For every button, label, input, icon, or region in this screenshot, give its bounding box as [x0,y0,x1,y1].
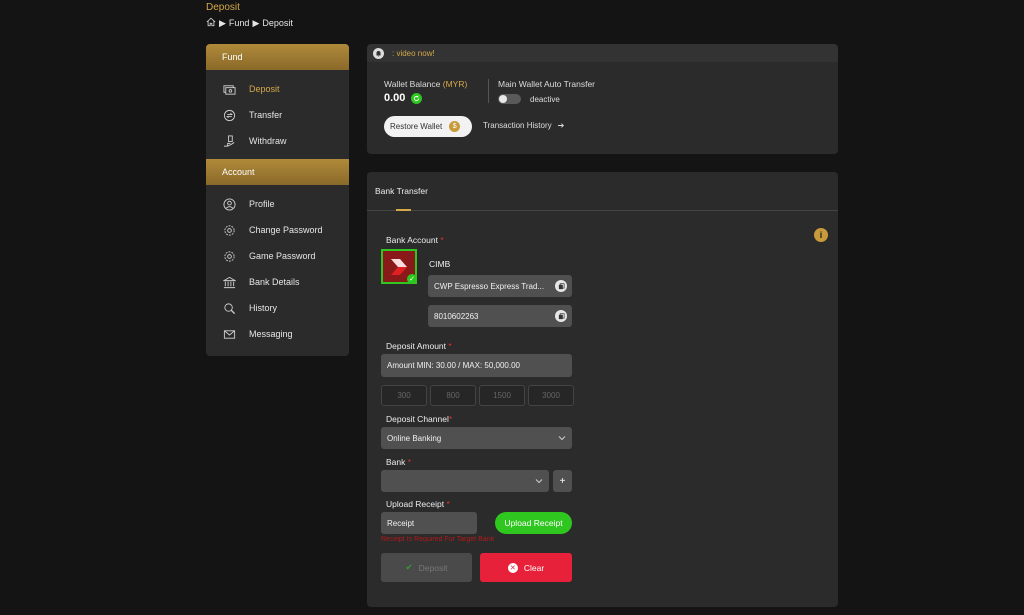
breadcrumb: ▶ Fund ▶ Deposit [206,17,293,29]
quick-amount-800[interactable]: 800 [430,385,476,406]
wallet-balance-label: Wallet Balance (MYR) [384,79,468,89]
coin-icon: $ [449,121,461,132]
breadcrumb-separator-icon: ▶ [252,17,260,28]
auto-transfer-label: Main Wallet Auto Transfer [498,79,596,89]
account-name-value: CWP Espresso Express Trad... [434,281,545,291]
bank-name: CIMB [429,259,451,269]
tab-divider [367,210,838,211]
breadcrumb-fund[interactable]: Fund [229,18,250,28]
upload-receipt-button[interactable]: Upload Receipt [495,512,572,534]
search-icon [222,301,236,315]
receipt-error: Receipt Is Required For Target Bank [381,536,495,543]
sidebar-item-game-password[interactable]: Game Password [206,243,349,269]
quick-amount-3000[interactable]: 3000 [528,385,574,406]
transfer-icon [222,108,236,122]
sidebar-item-label: Messaging [249,329,293,339]
sidebar-item-history[interactable]: History [206,295,349,321]
transaction-history-link[interactable]: Transaction History ➔ [483,121,564,130]
sidebar-item-label: Change Password [249,225,323,235]
notice-text: : video now! [392,48,435,58]
close-icon: ✕ [507,562,518,573]
receipt-field[interactable]: Receipt [381,512,477,534]
sidebar-item-deposit[interactable]: Deposit [206,76,349,102]
auto-transfer-state: deactive [530,94,560,104]
bank-icon [222,275,236,289]
restore-wallet-label: Restore Wallet [390,122,443,131]
divider [488,79,489,103]
sidebar-fund-header: Fund [206,44,349,70]
sidebar-item-withdraw[interactable]: Withdraw [206,128,349,154]
profile-icon [222,197,236,211]
add-bank-button[interactable]: + [553,470,572,492]
quick-amount-1500[interactable]: 1500 [479,385,525,406]
sidebar: Fund Deposit Transfer Withdraw Account P… [206,44,349,356]
gear-icon [222,249,236,263]
quick-amounts: 300 800 1500 3000 [381,385,574,406]
check-icon: ✓ [407,274,417,284]
sidebar-item-label: History [249,303,278,313]
sidebar-item-bank-details[interactable]: Bank Details [206,269,349,295]
cimb-bank-logo[interactable]: ✓ [381,249,417,284]
tab-bank-transfer[interactable]: Bank Transfer [375,186,428,196]
sidebar-item-change-password[interactable]: Change Password [206,217,349,243]
sidebar-item-label: Transfer [249,110,283,120]
bell-icon [373,47,384,59]
account-number-field[interactable]: 8010602263 [428,305,572,327]
restore-wallet-button[interactable]: Restore Wallet $ [384,116,472,137]
sidebar-account-header: Account [206,159,349,185]
quick-amount-300[interactable]: 300 [381,385,427,406]
tab-indicator [396,209,411,211]
sidebar-item-label: Withdraw [249,136,287,146]
wallet-card: Wallet Balance (MYR) 0.00 Main Wallet Au… [367,62,838,154]
sidebar-item-profile[interactable]: Profile [206,191,349,217]
breadcrumb-separator-icon: ▶ [219,17,226,28]
notice-bar: : video now! [367,44,838,62]
bank-label: Bank * [386,457,412,467]
deposit-button-label: Deposit [418,562,448,573]
breadcrumb-deposit: Deposit [262,18,293,28]
refresh-icon[interactable] [411,92,423,104]
withdraw-icon [222,134,236,148]
sidebar-item-label: Game Password [249,251,316,261]
copy-icon[interactable] [555,280,567,292]
bank-select[interactable] [381,470,549,492]
clear-button[interactable]: ✕ Clear [480,553,572,582]
upload-receipt-label: Upload Receipt * [386,499,450,509]
page-title: Deposit [206,2,240,13]
sidebar-item-transfer[interactable]: Transfer [206,102,349,128]
deposit-icon [222,82,236,96]
gear-icon [222,223,236,237]
deposit-amount-label: Deposit Amount * [386,341,452,351]
info-icon[interactable]: i [814,228,828,242]
chevron-down-icon [535,477,543,486]
sidebar-item-label: Bank Details [249,277,300,287]
sidebar-item-label: Profile [249,199,275,209]
account-name-field[interactable]: CWP Espresso Express Trad... [428,275,572,297]
home-icon[interactable] [206,17,216,29]
clear-button-label: Clear [523,562,545,573]
deposit-channel-value: Online Banking [387,433,442,443]
copy-icon[interactable] [555,310,567,322]
transaction-history-label: Transaction History [483,121,552,130]
check-icon: ✔ [405,562,413,572]
auto-transfer-toggle[interactable] [498,94,521,104]
chevron-down-icon [558,434,566,443]
bank-account-label: Bank Account * [386,235,444,245]
deposit-amount-input[interactable]: Amount MIN: 30.00 / MAX: 50,000.00 [381,354,572,377]
wallet-currency: (MYR) [442,79,468,89]
arrow-right-icon: ➔ [557,121,565,130]
wallet-balance-value: 0.00 [384,92,406,104]
deposit-channel-label: Deposit Channel* [386,414,453,424]
deposit-channel-select[interactable]: Online Banking [381,427,572,449]
account-number-value: 8010602263 [434,311,479,321]
sidebar-item-label: Deposit [249,84,280,94]
sidebar-item-messaging[interactable]: Messaging [206,321,349,347]
deposit-form-card: Bank Transfer i Bank Account * ✓ CIMB CW… [367,172,838,607]
deposit-button[interactable]: ✔ Deposit [381,553,472,582]
mail-icon [222,327,236,341]
